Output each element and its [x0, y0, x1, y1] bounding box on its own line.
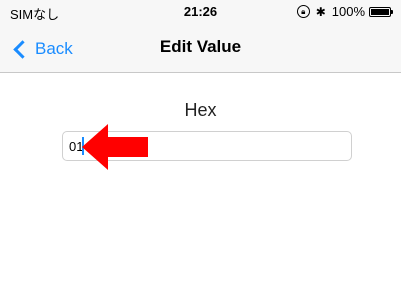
page-title: Edit Value	[159, 37, 242, 56]
status-right: 🔒︎ ✱ 100%	[296, 4, 393, 19]
orientation-lock-icon: 🔒︎	[296, 5, 310, 18]
battery-icon	[369, 6, 393, 17]
navigation-bar: Back Edit Value	[0, 24, 401, 73]
hex-label: Hex	[184, 100, 217, 120]
status-bar: SIMなし 21:26 🔒︎ ✱ 100%	[0, 0, 401, 24]
battery-percent: 100%	[331, 4, 365, 19]
bluetooth-icon: ✱	[315, 4, 326, 19]
arrow-shape	[82, 124, 148, 170]
battery-fill	[371, 8, 389, 15]
arrow-left-icon	[82, 124, 148, 170]
